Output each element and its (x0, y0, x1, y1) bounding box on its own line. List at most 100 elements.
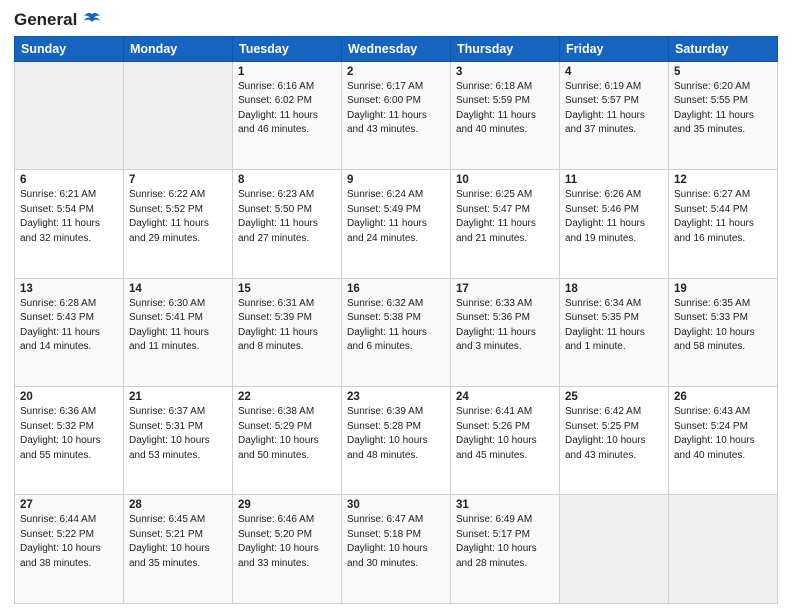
day-number: 14 (129, 283, 227, 295)
day-number: 19 (674, 283, 772, 295)
day-info: Sunrise: 6:22 AM Sunset: 5:52 PM Dayligh… (129, 188, 227, 246)
day-info: Sunrise: 6:28 AM Sunset: 5:43 PM Dayligh… (20, 297, 118, 355)
day-number: 10 (456, 174, 554, 186)
day-number: 16 (347, 283, 445, 295)
day-info: Sunrise: 6:17 AM Sunset: 6:00 PM Dayligh… (347, 80, 445, 138)
calendar-cell: 19 Sunrise: 6:35 AM Sunset: 5:33 PM Dayli… (669, 278, 778, 386)
calendar-cell: 27 Sunrise: 6:44 AM Sunset: 5:22 PM Dayli… (15, 495, 124, 604)
calendar-cell: 18 Sunrise: 6:34 AM Sunset: 5:35 PM Dayli… (560, 278, 669, 386)
calendar-cell: 1 Sunrise: 6:16 AM Sunset: 6:02 PM Daylig… (233, 61, 342, 169)
day-number: 1 (238, 66, 336, 78)
day-info: Sunrise: 6:34 AM Sunset: 5:35 PM Dayligh… (565, 297, 663, 355)
weekday-header: Sunday (15, 36, 124, 61)
day-number: 22 (238, 391, 336, 403)
day-number: 3 (456, 66, 554, 78)
day-number: 25 (565, 391, 663, 403)
calendar-cell (15, 61, 124, 169)
calendar-cell: 16 Sunrise: 6:32 AM Sunset: 5:38 PM Dayli… (342, 278, 451, 386)
day-number: 21 (129, 391, 227, 403)
day-number: 24 (456, 391, 554, 403)
day-info: Sunrise: 6:44 AM Sunset: 5:22 PM Dayligh… (20, 513, 118, 571)
page: General SundayMondayTuesdayWednesdayThur… (0, 0, 792, 612)
day-info: Sunrise: 6:37 AM Sunset: 5:31 PM Dayligh… (129, 405, 227, 463)
calendar-cell: 21 Sunrise: 6:37 AM Sunset: 5:31 PM Dayli… (124, 387, 233, 495)
day-number: 17 (456, 283, 554, 295)
day-info: Sunrise: 6:24 AM Sunset: 5:49 PM Dayligh… (347, 188, 445, 246)
day-info: Sunrise: 6:26 AM Sunset: 5:46 PM Dayligh… (565, 188, 663, 246)
day-info: Sunrise: 6:30 AM Sunset: 5:41 PM Dayligh… (129, 297, 227, 355)
weekday-header: Wednesday (342, 36, 451, 61)
calendar-cell: 5 Sunrise: 6:20 AM Sunset: 5:55 PM Daylig… (669, 61, 778, 169)
calendar-cell: 31 Sunrise: 6:49 AM Sunset: 5:17 PM Dayli… (451, 495, 560, 604)
day-info: Sunrise: 6:25 AM Sunset: 5:47 PM Dayligh… (456, 188, 554, 246)
calendar-cell (560, 495, 669, 604)
day-info: Sunrise: 6:35 AM Sunset: 5:33 PM Dayligh… (674, 297, 772, 355)
calendar-cell: 12Sunrise: 6:27 AM Sunset: 5:44 PM Dayli… (669, 170, 778, 278)
day-info: Sunrise: 6:45 AM Sunset: 5:21 PM Dayligh… (129, 513, 227, 571)
day-info: Sunrise: 6:27 AM Sunset: 5:44 PM Dayligh… (674, 188, 772, 246)
calendar: SundayMondayTuesdayWednesdayThursdayFrid… (14, 36, 778, 604)
weekday-header: Tuesday (233, 36, 342, 61)
day-info: Sunrise: 6:23 AM Sunset: 5:50 PM Dayligh… (238, 188, 336, 246)
calendar-cell: 30 Sunrise: 6:47 AM Sunset: 5:18 PM Dayli… (342, 495, 451, 604)
day-number: 7 (129, 174, 227, 186)
day-number: 28 (129, 499, 227, 511)
day-number: 31 (456, 499, 554, 511)
day-info: Sunrise: 6:47 AM Sunset: 5:18 PM Dayligh… (347, 513, 445, 571)
calendar-cell: 29 Sunrise: 6:46 AM Sunset: 5:20 PM Dayli… (233, 495, 342, 604)
calendar-cell: 11 Sunrise: 6:26 AM Sunset: 5:46 PM Dayli… (560, 170, 669, 278)
calendar-cell: 2Sunrise: 6:17 AM Sunset: 6:00 PM Daylig… (342, 61, 451, 169)
calendar-cell: 14 Sunrise: 6:30 AM Sunset: 5:41 PM Dayli… (124, 278, 233, 386)
day-info: Sunrise: 6:31 AM Sunset: 5:39 PM Dayligh… (238, 297, 336, 355)
day-info: Sunrise: 6:19 AM Sunset: 5:57 PM Dayligh… (565, 80, 663, 138)
calendar-cell: 28 Sunrise: 6:45 AM Sunset: 5:21 PM Dayli… (124, 495, 233, 604)
day-number: 5 (674, 66, 772, 78)
day-info: Sunrise: 6:18 AM Sunset: 5:59 PM Dayligh… (456, 80, 554, 138)
day-number: 11 (565, 174, 663, 186)
logo-line1: General (14, 10, 104, 30)
day-info: Sunrise: 6:39 AM Sunset: 5:28 PM Dayligh… (347, 405, 445, 463)
calendar-cell: 24 Sunrise: 6:41 AM Sunset: 5:26 PM Dayli… (451, 387, 560, 495)
calendar-cell: 26Sunrise: 6:43 AM Sunset: 5:24 PM Dayli… (669, 387, 778, 495)
weekday-header: Saturday (669, 36, 778, 61)
calendar-cell: 6 Sunrise: 6:21 AM Sunset: 5:54 PM Daylig… (15, 170, 124, 278)
day-info: Sunrise: 6:33 AM Sunset: 5:36 PM Dayligh… (456, 297, 554, 355)
day-number: 29 (238, 499, 336, 511)
day-info: Sunrise: 6:16 AM Sunset: 6:02 PM Dayligh… (238, 80, 336, 138)
day-number: 26 (674, 391, 772, 403)
calendar-cell: 4 Sunrise: 6:19 AM Sunset: 5:57 PM Daylig… (560, 61, 669, 169)
day-number: 20 (20, 391, 118, 403)
day-number: 9 (347, 174, 445, 186)
day-number: 6 (20, 174, 118, 186)
day-number: 18 (565, 283, 663, 295)
day-info: Sunrise: 6:21 AM Sunset: 5:54 PM Dayligh… (20, 188, 118, 246)
day-info: Sunrise: 6:41 AM Sunset: 5:26 PM Dayligh… (456, 405, 554, 463)
logo-name: General (14, 10, 104, 30)
calendar-cell: 10 Sunrise: 6:25 AM Sunset: 5:47 PM Dayli… (451, 170, 560, 278)
day-number: 23 (347, 391, 445, 403)
calendar-cell (124, 61, 233, 169)
logo: General (14, 10, 104, 30)
day-info: Sunrise: 6:49 AM Sunset: 5:17 PM Dayligh… (456, 513, 554, 571)
weekday-header: Monday (124, 36, 233, 61)
calendar-cell: 8 Sunrise: 6:23 AM Sunset: 5:50 PM Daylig… (233, 170, 342, 278)
calendar-cell: 22 Sunrise: 6:38 AM Sunset: 5:29 PM Dayli… (233, 387, 342, 495)
calendar-cell: 20 Sunrise: 6:36 AM Sunset: 5:32 PM Dayli… (15, 387, 124, 495)
day-number: 15 (238, 283, 336, 295)
day-number: 4 (565, 66, 663, 78)
day-number: 13 (20, 283, 118, 295)
calendar-cell: 3 Sunrise: 6:18 AM Sunset: 5:59 PM Daylig… (451, 61, 560, 169)
day-info: Sunrise: 6:32 AM Sunset: 5:38 PM Dayligh… (347, 297, 445, 355)
calendar-cell: 7 Sunrise: 6:22 AM Sunset: 5:52 PM Daylig… (124, 170, 233, 278)
day-info: Sunrise: 6:20 AM Sunset: 5:55 PM Dayligh… (674, 80, 772, 138)
day-number: 8 (238, 174, 336, 186)
day-info: Sunrise: 6:46 AM Sunset: 5:20 PM Dayligh… (238, 513, 336, 571)
day-info: Sunrise: 6:36 AM Sunset: 5:32 PM Dayligh… (20, 405, 118, 463)
weekday-header: Friday (560, 36, 669, 61)
calendar-cell: 15 Sunrise: 6:31 AM Sunset: 5:39 PM Dayli… (233, 278, 342, 386)
day-info: Sunrise: 6:38 AM Sunset: 5:29 PM Dayligh… (238, 405, 336, 463)
header: General (14, 10, 778, 30)
calendar-cell: 9 Sunrise: 6:24 AM Sunset: 5:49 PM Daylig… (342, 170, 451, 278)
day-number: 27 (20, 499, 118, 511)
day-number: 30 (347, 499, 445, 511)
